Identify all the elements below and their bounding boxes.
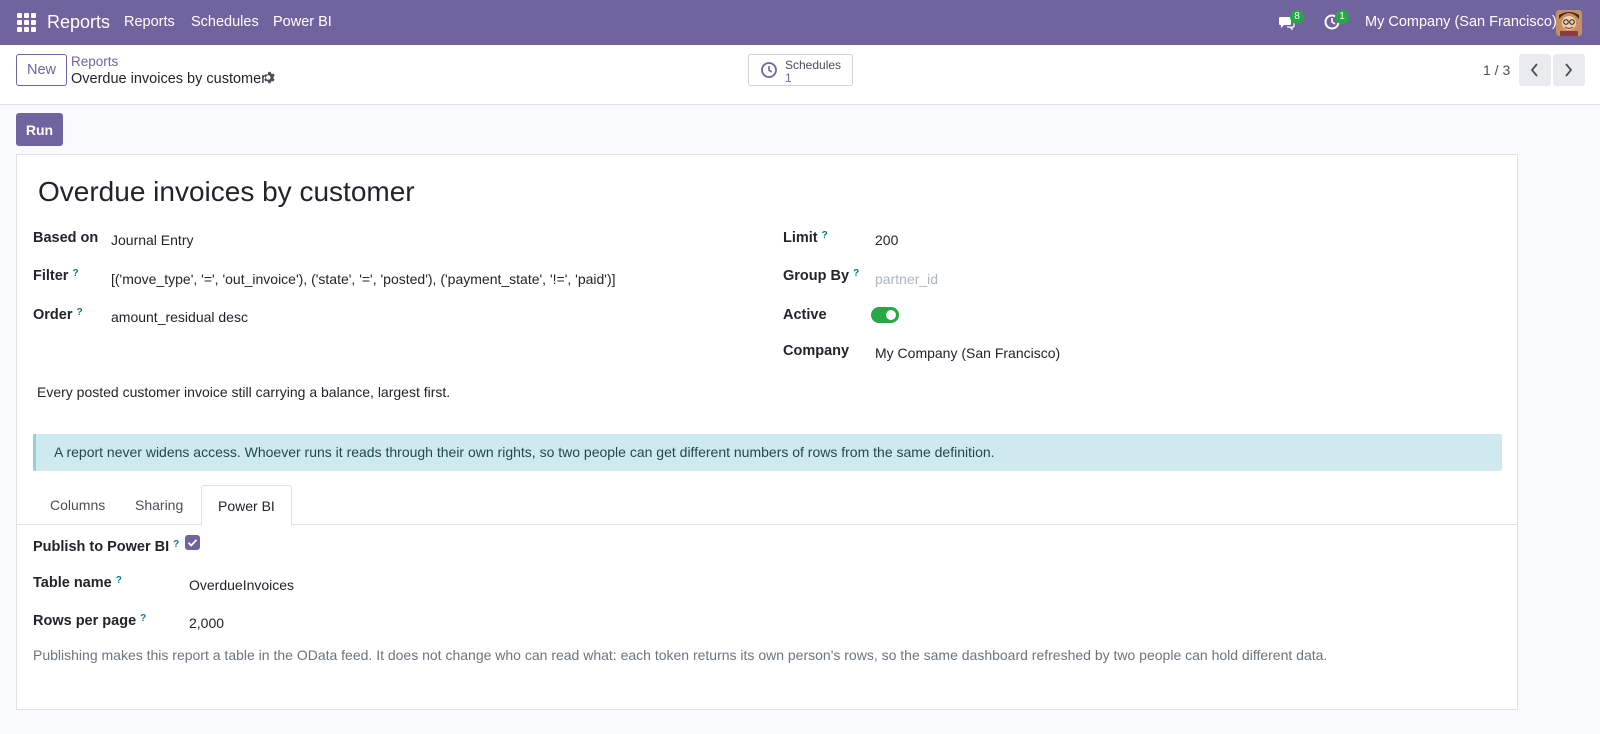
avatar[interactable] [1556,10,1582,36]
help-tooltip-icon[interactable]: ? [822,230,828,241]
chat-icon[interactable]: 8 [1278,10,1304,33]
limit-label: Limit? [783,230,828,246]
active-toggle[interactable] [871,307,899,323]
publish-label: Publish to Power BI? [33,539,180,555]
based-on-field[interactable]: Journal Entry [111,232,193,248]
apps-icon[interactable] [17,13,36,32]
tab-columns[interactable]: Columns [34,485,121,525]
menu-item-power-bi[interactable]: Power BI [273,14,332,30]
menu-item-reports[interactable]: Reports [124,14,175,30]
breadcrumb-parent[interactable]: Reports [71,54,118,69]
order-label: Order? [33,307,83,323]
limit-field[interactable]: 200 [875,232,898,248]
info-alert: A report never widens access. Whoever ru… [33,434,1502,471]
activities-badge: 1 [1335,10,1349,24]
clock-icon [760,61,778,79]
tab-power-bi[interactable]: Power BI [201,485,292,526]
gear-icon[interactable] [263,71,277,85]
pager-value[interactable]: 1 / 3 [1483,62,1510,78]
notebook-tabs: Columns Sharing Power BI [17,485,1517,526]
help-tooltip-icon[interactable]: ? [72,268,78,279]
checkmark-icon [187,539,198,547]
help-tooltip-icon[interactable]: ? [853,268,859,279]
activity-clock-icon[interactable]: 1 [1323,10,1349,33]
based-on-label: Based on [33,230,99,246]
company-switcher[interactable]: My Company (San Francisco) [1365,14,1557,30]
rows-per-page-label: Rows per page? [33,613,147,629]
company-label: Company [783,343,850,359]
app-brand[interactable]: Reports [47,12,110,33]
help-tooltip-icon[interactable]: ? [116,575,122,586]
top-navbar: Reports Reports Schedules Power BI 8 1 M… [0,0,1600,45]
active-label: Active [783,307,827,323]
chevron-right-icon [1565,63,1573,77]
smart-button-value: 1 [785,71,792,85]
help-tooltip-icon[interactable]: ? [140,613,146,624]
filter-field[interactable]: [('move_type', '=', 'out_invoice'), ('st… [111,271,616,287]
new-button[interactable]: New [16,54,67,86]
breadcrumb-current: Overdue invoices by customer [71,71,267,87]
order-field[interactable]: amount_residual desc [111,309,248,325]
table-name-field[interactable]: OverdueInvoices [189,577,294,593]
pager-previous-button[interactable] [1519,54,1551,86]
chevron-left-icon [1530,63,1538,77]
group-by-field[interactable]: partner_id [875,271,938,287]
filter-label: Filter? [33,268,79,284]
publish-checkbox[interactable] [185,535,200,550]
group-by-label: Group By? [783,268,860,284]
help-tooltip-icon[interactable]: ? [77,307,83,318]
tab-sharing[interactable]: Sharing [119,485,199,525]
smart-button-label: Schedules [785,58,842,72]
menu-item-schedules[interactable]: Schedules [191,14,259,30]
company-field[interactable]: My Company (San Francisco) [875,345,1060,361]
publish-note: Publishing makes this report a table in … [33,647,1328,663]
run-button[interactable]: Run [16,113,63,146]
pager-next-button[interactable] [1553,54,1585,86]
report-description[interactable]: Every posted customer invoice still carr… [37,384,450,400]
table-name-label: Table name? [33,575,122,591]
record-title[interactable]: Overdue invoices by customer [38,176,415,208]
messages-badge: 8 [1290,10,1304,24]
help-tooltip-icon[interactable]: ? [173,539,179,550]
rows-per-page-field[interactable]: 2,000 [189,615,224,631]
control-panel: New Reports Overdue invoices by customer… [0,45,1600,105]
schedules-smart-button[interactable]: Schedules 1 [748,54,853,86]
form-sheet: Overdue invoices by customer Based on Jo… [16,154,1518,710]
